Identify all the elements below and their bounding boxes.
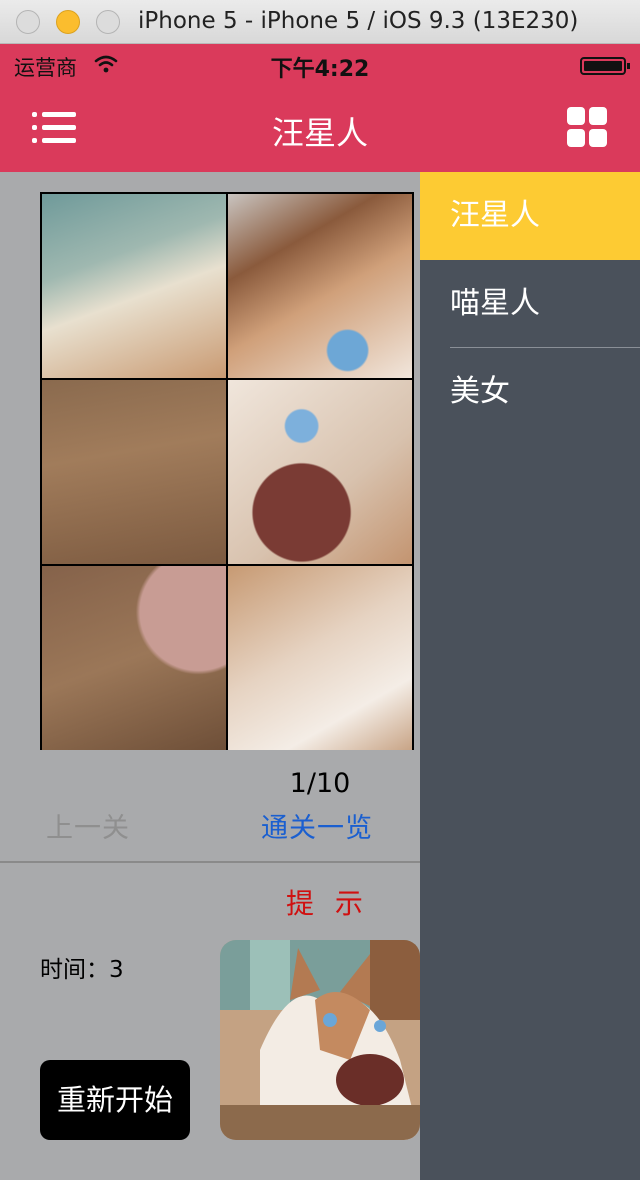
puzzle-tile[interactable] [42,566,226,750]
puzzle-tile[interactable] [228,380,412,564]
level-overview-link[interactable]: 通关一览 [261,806,373,845]
drawer-item-beauty[interactable]: 美女 [420,348,640,436]
page-title: 汪星人 [271,114,368,152]
previous-level-button[interactable]: 上一关 [46,806,130,845]
drawer-item-dogs[interactable]: 汪星人 [420,172,640,260]
status-time: 下午4:22 [270,57,370,82]
window-title: iPhone 5 - iPhone 5 / iOS 9.3 (13E230) [138,8,579,34]
hint-button[interactable]: 提 示 [286,882,369,922]
puzzle-tile[interactable] [42,380,226,564]
status-bar: 运营商 下午4:22 [0,44,640,84]
puzzle-tile[interactable] [42,194,226,378]
battery-icon [580,57,630,75]
puzzle-board [40,192,414,750]
navigation-bar: 汪星人 [0,84,640,172]
minimize-window-button[interactable] [56,10,80,34]
husky-preview-art [220,940,420,1140]
level-indicator: 1/10 [289,768,351,799]
puzzle-tile[interactable] [228,194,412,378]
preview-image [220,940,420,1140]
zoom-window-button[interactable] [96,10,120,34]
drawer-item-cats[interactable]: 喵星人 [420,260,640,348]
side-drawer: 汪星人 喵星人 美女 [420,172,640,1180]
timer-label: 时间：3 [40,957,124,983]
close-window-button[interactable] [16,10,40,34]
window-titlebar: iPhone 5 - iPhone 5 / iOS 9.3 (13E230) [0,0,640,44]
restart-button[interactable]: 重新开始 [40,1060,190,1140]
puzzle-tile[interactable] [228,566,412,750]
